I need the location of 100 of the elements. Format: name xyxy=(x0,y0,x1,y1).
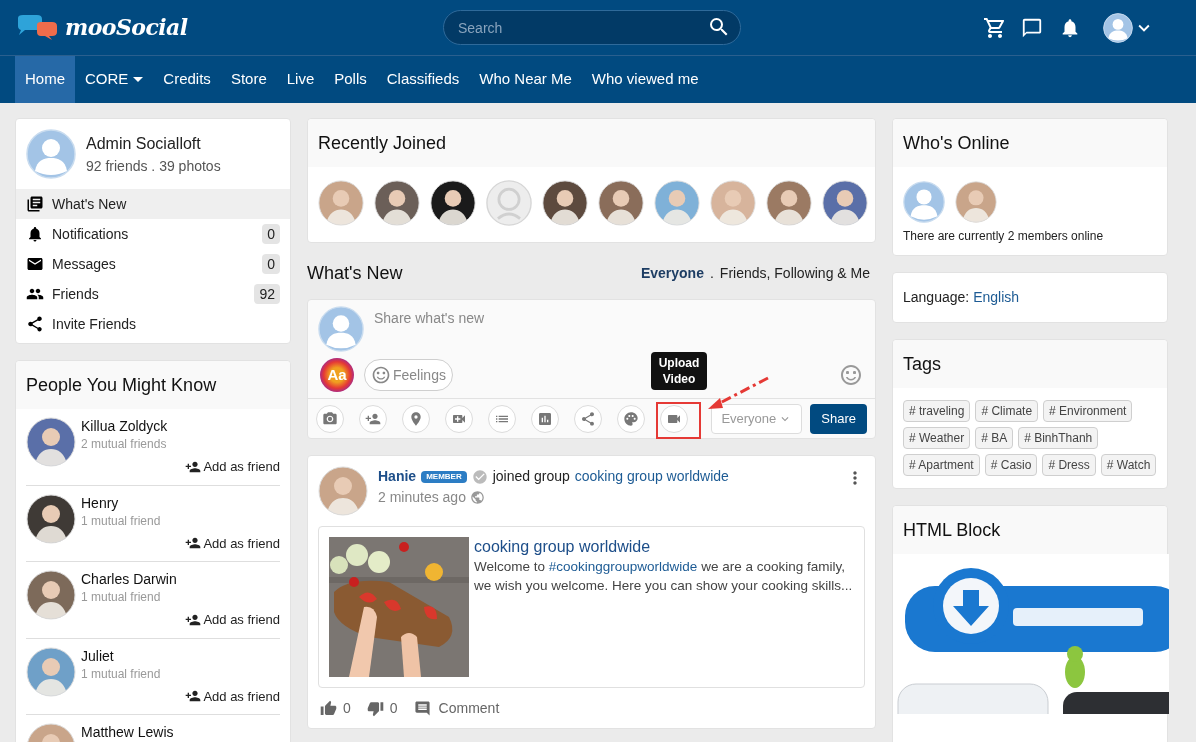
comment-button[interactable]: Comment xyxy=(413,697,500,719)
chat-icon[interactable] xyxy=(1021,16,1043,39)
profile-name[interactable]: Admin Socialloft xyxy=(86,131,221,156)
comment-icon xyxy=(413,699,431,717)
tag[interactable]: # Casio xyxy=(984,454,1038,476)
share-button[interactable]: Share xyxy=(810,403,867,434)
nav-item[interactable]: Who viewed me xyxy=(581,56,709,103)
count-badge: 0 xyxy=(262,224,280,244)
tag[interactable]: # Climate xyxy=(975,400,1039,422)
member-avatar[interactable] xyxy=(542,180,588,226)
menu-item[interactable]: What's New xyxy=(16,189,290,219)
tool-button[interactable] xyxy=(488,404,516,433)
location-pin-icon xyxy=(408,410,424,427)
user-avatar[interactable] xyxy=(1103,12,1133,43)
post-input[interactable]: Share what's new xyxy=(374,306,865,330)
member-avatar[interactable] xyxy=(374,180,420,226)
online-avatar[interactable] xyxy=(955,181,997,223)
cart-icon[interactable] xyxy=(983,15,1007,40)
nav-item[interactable]: Credits xyxy=(153,56,221,103)
hashtag-link[interactable]: #cookinggroupworldwide xyxy=(548,559,698,574)
attachment-title[interactable]: cooking group worldwide xyxy=(474,537,854,557)
nav-item[interactable]: Polls xyxy=(324,56,377,103)
author-name[interactable]: Hanie xyxy=(378,466,417,487)
menu-item[interactable]: Invite Friends xyxy=(16,309,290,339)
language-link[interactable]: English xyxy=(973,287,1020,308)
add-friend-link[interactable]: Add as friend xyxy=(185,533,280,553)
tag[interactable]: # BinhThanh xyxy=(1018,427,1099,449)
tag[interactable]: # Apartment xyxy=(903,454,980,476)
nav-item[interactable]: Live xyxy=(276,56,325,103)
feed-filter[interactable]: Friends, Following & Me xyxy=(719,262,870,284)
nav-item[interactable]: Store xyxy=(220,56,277,103)
count-badge: 0 xyxy=(262,254,280,274)
tool-button[interactable] xyxy=(359,404,387,433)
tag[interactable]: # Watch xyxy=(1100,454,1157,476)
globe-icon xyxy=(469,490,485,505)
envelope-icon xyxy=(26,255,44,273)
section-title: What's New xyxy=(307,261,403,285)
person-name[interactable]: Juliet xyxy=(81,646,280,665)
nav-item[interactable]: Classifieds xyxy=(376,56,470,103)
tool-button[interactable] xyxy=(316,404,344,433)
post-action: joined group xyxy=(492,467,570,486)
person-name[interactable]: Henry xyxy=(81,493,280,512)
add-friend-link[interactable]: Add as friend xyxy=(185,457,280,477)
nav-item[interactable]: CORE xyxy=(75,56,154,103)
post-time: 2 minutes ago xyxy=(378,488,466,507)
thumbs-up-icon xyxy=(320,699,337,717)
smiley-icon xyxy=(371,365,391,385)
mutual-friends: 1 mutual friend xyxy=(81,589,162,606)
member-avatar[interactable] xyxy=(430,180,476,226)
person-name[interactable]: Killua Zoldyck xyxy=(81,417,280,435)
tool-button[interactable] xyxy=(660,404,688,433)
menu-item[interactable]: Notifications 0 xyxy=(16,219,290,249)
nav-item[interactable]: Home xyxy=(15,56,75,103)
language-label: Language: xyxy=(903,288,970,307)
menu-item[interactable]: Messages 0 xyxy=(16,249,290,279)
nav-item[interactable]: Who Near Me xyxy=(469,56,582,103)
share-icon xyxy=(26,315,44,333)
dislike-button[interactable]: 0 xyxy=(366,697,398,719)
tool-button[interactable] xyxy=(402,404,430,433)
add-friend-link[interactable]: Add as friend xyxy=(185,610,280,630)
tool-button[interactable] xyxy=(445,404,473,433)
news-icon xyxy=(26,195,44,213)
tag[interactable]: # Environment xyxy=(1043,400,1133,422)
card-title: Tags xyxy=(903,352,942,376)
tag[interactable]: # BA xyxy=(975,427,1014,449)
chart-icon xyxy=(537,410,553,427)
feed-filter[interactable]: Everyone xyxy=(640,262,704,284)
mutual-friends: 1 mutual friend xyxy=(81,665,162,683)
online-summary: There are currently 2 members online xyxy=(903,228,1105,245)
highlight-box xyxy=(656,402,701,439)
share-icon xyxy=(580,410,596,427)
logo-text[interactable]: mooSocial xyxy=(65,11,188,44)
person-name[interactable]: Charles Darwin xyxy=(81,570,280,588)
annotation-arrow xyxy=(706,376,770,412)
tag[interactable]: # Weather xyxy=(903,427,971,449)
tag[interactable]: # traveling xyxy=(903,400,971,422)
bell-icon xyxy=(26,225,44,243)
tag[interactable]: # Dress xyxy=(1042,454,1096,476)
like-button[interactable]: 0 xyxy=(320,697,351,719)
card-title: Recently Joined xyxy=(318,131,447,155)
count-badge: 92 xyxy=(254,284,280,304)
caret-icon xyxy=(133,77,144,82)
mutual-friends: 1 mutual friend xyxy=(81,512,162,530)
search-field[interactable]: Search xyxy=(443,10,741,45)
profile-stats: 92 friends . 39 photos xyxy=(86,156,221,176)
add-friend-link[interactable]: Add as friend xyxy=(185,686,280,706)
tool-button[interactable] xyxy=(531,404,559,433)
feelings-button[interactable]: Feelings xyxy=(364,359,453,391)
group-link[interactable]: cooking group worldwide xyxy=(574,466,729,487)
attachment-card[interactable]: cooking group worldwide Welcome to #cookinggroupworldwide we are a cooking family, we wish you welcome. Here you can show your cooking skills... xyxy=(318,526,865,688)
separator: . xyxy=(709,263,714,283)
person-name[interactable]: Matthew Lewis xyxy=(81,723,280,741)
tool-button[interactable] xyxy=(574,404,602,433)
mutual-friends: 2 mutual friends xyxy=(81,436,168,453)
menu-item[interactable]: Friends 92 xyxy=(16,279,290,309)
tool-button[interactable] xyxy=(617,404,645,433)
card-title: HTML Block xyxy=(903,518,1001,542)
member-badge: MEMBER xyxy=(421,470,467,483)
palette-icon xyxy=(623,410,639,427)
emoji-icon[interactable] xyxy=(839,363,863,387)
